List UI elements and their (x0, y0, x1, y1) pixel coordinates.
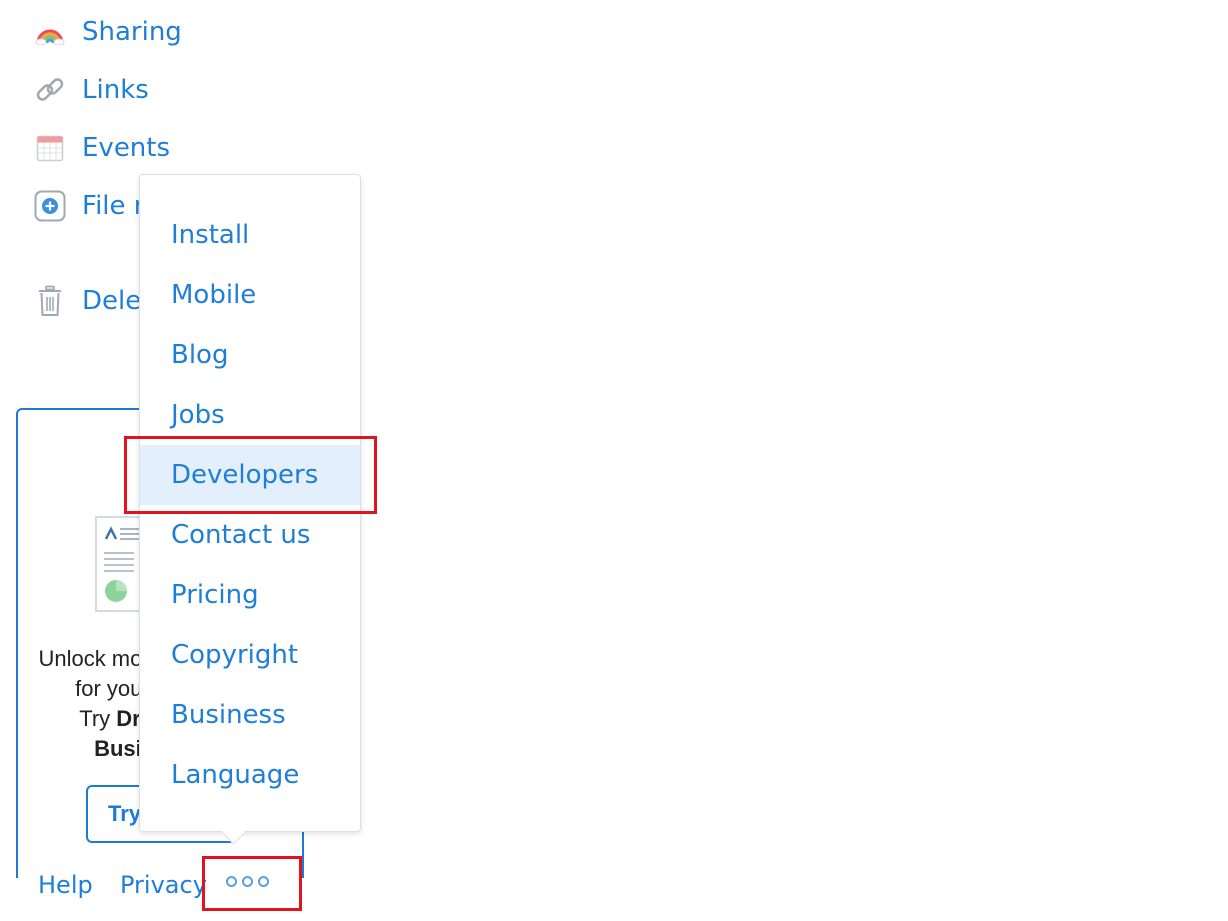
more-menu-list: Install Mobile Blog Jobs Developers Cont… (140, 205, 360, 805)
menu-item-jobs[interactable]: Jobs (140, 385, 360, 445)
menu-item-developers[interactable]: Developers (140, 445, 360, 505)
menu-item-pricing[interactable]: Pricing (140, 565, 360, 625)
add-circle-icon (33, 189, 67, 223)
rainbow-icon (33, 15, 67, 49)
dot (226, 876, 237, 887)
trash-icon (33, 284, 67, 318)
more-dots-icon[interactable] (226, 876, 269, 887)
chain-link-icon (33, 73, 67, 107)
menu-item-mobile[interactable]: Mobile (140, 265, 360, 325)
sidebar-item-label: Events (82, 133, 171, 163)
menu-item-language[interactable]: Language (140, 745, 360, 805)
promo-line-3-prefix: Try (79, 706, 117, 731)
menu-item-install[interactable]: Install (140, 205, 360, 265)
calendar-icon (33, 131, 67, 165)
menu-item-blog[interactable]: Blog (140, 325, 360, 385)
page: Sharing Links Events File Deleted Unlock… (0, 0, 1228, 921)
sidebar-item-events[interactable]: Events (33, 130, 170, 166)
sidebar-item-links[interactable]: Links (33, 72, 149, 108)
menu-item-copyright[interactable]: Copyright (140, 625, 360, 685)
menu-item-contact-us[interactable]: Contact us (140, 505, 360, 565)
dot (242, 876, 253, 887)
privacy-link[interactable]: Privacy (120, 871, 207, 899)
help-link[interactable]: Help (38, 871, 93, 899)
menu-item-business[interactable]: Business (140, 685, 360, 745)
sidebar-item-sharing[interactable]: Sharing (33, 14, 182, 50)
more-menu: Install Mobile Blog Jobs Developers Cont… (139, 174, 361, 832)
sidebar-item-label: Links (82, 75, 149, 105)
sidebar-item-label: Sharing (82, 17, 182, 47)
dot (258, 876, 269, 887)
